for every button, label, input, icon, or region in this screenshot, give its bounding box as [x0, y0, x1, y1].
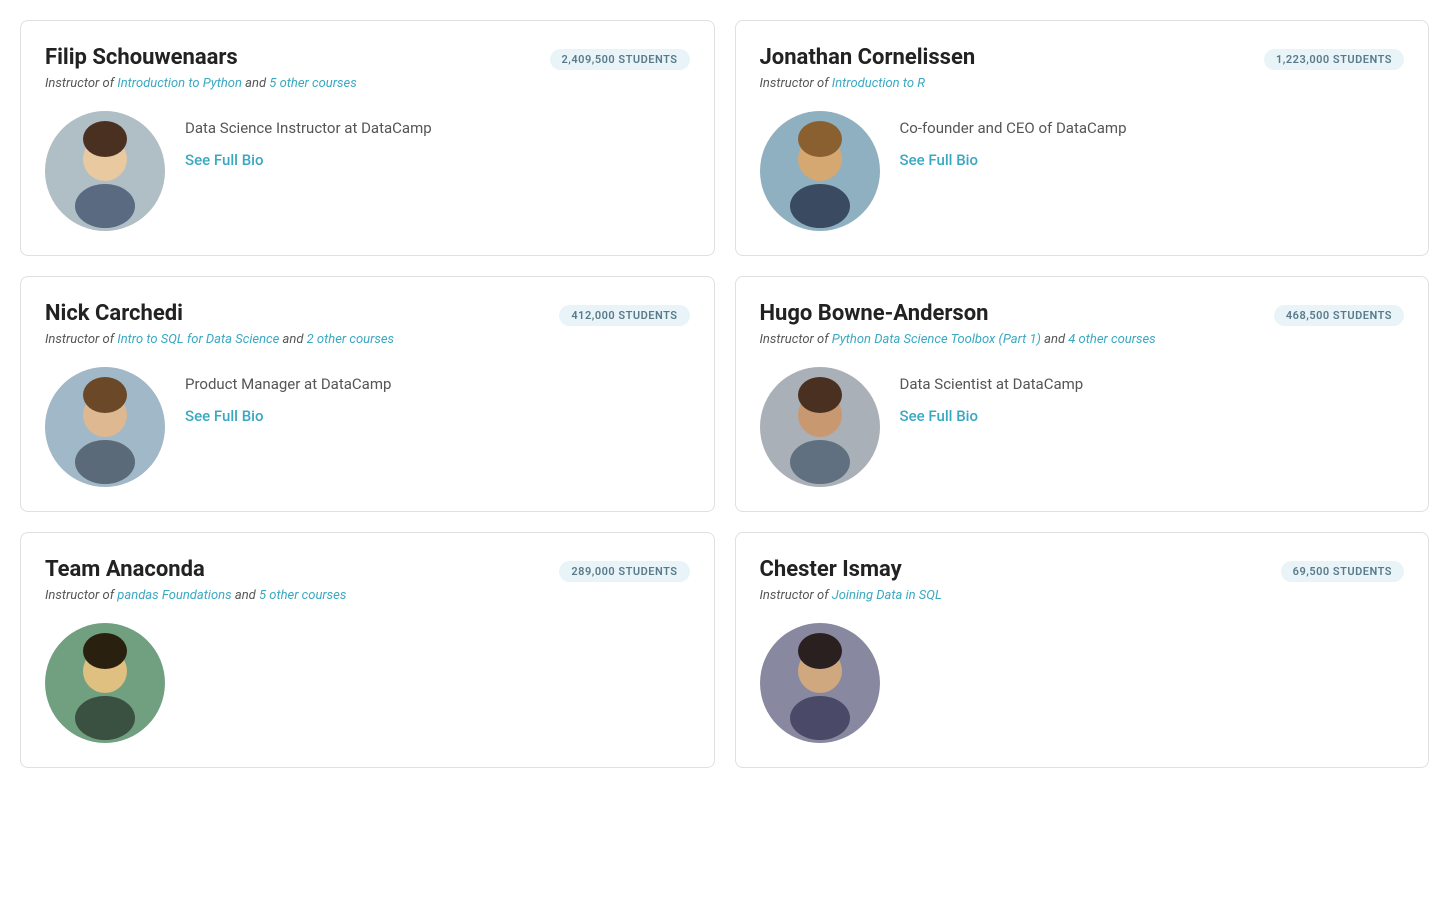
- instructor-card-hugo: Hugo Bowne-Anderson 468,500 STUDENTS Ins…: [735, 276, 1430, 512]
- instructor-name-hugo: Hugo Bowne-Anderson: [760, 301, 989, 326]
- job-title-hugo: Data Scientist at DataCamp: [900, 375, 1084, 393]
- card-body-nick: Product Manager at DataCamp See Full Bio: [45, 367, 690, 487]
- course-link-anaconda[interactable]: pandas Foundations: [117, 588, 231, 603]
- instructor-of-jonathan: Instructor of Introduction to R: [760, 76, 1405, 91]
- instructor-card-nick: Nick Carchedi 412,000 STUDENTS Instructo…: [20, 276, 715, 512]
- instructor-of-chester: Instructor of Joining Data in SQL: [760, 588, 1405, 603]
- avatar-hugo: [760, 367, 880, 487]
- instructor-name-jonathan: Jonathan Cornelissen: [760, 45, 976, 70]
- student-badge-anaconda: 289,000 STUDENTS: [559, 561, 689, 582]
- card-header-anaconda: Team Anaconda 289,000 STUDENTS: [45, 557, 690, 582]
- card-header-hugo: Hugo Bowne-Anderson 468,500 STUDENTS: [760, 301, 1405, 326]
- card-body-filip: Data Science Instructor at DataCamp See …: [45, 111, 690, 231]
- instructor-card-filip: Filip Schouwenaars 2,409,500 STUDENTS In…: [20, 20, 715, 256]
- card-body-chester: [760, 623, 1405, 743]
- student-badge-chester: 69,500 STUDENTS: [1281, 561, 1404, 582]
- card-header-filip: Filip Schouwenaars 2,409,500 STUDENTS: [45, 45, 690, 70]
- card-header-chester: Chester Ismay 69,500 STUDENTS: [760, 557, 1405, 582]
- instructor-card-anaconda: Team Anaconda 289,000 STUDENTS Instructo…: [20, 532, 715, 768]
- other-courses-link-hugo[interactable]: 4 other courses: [1068, 332, 1155, 347]
- job-title-jonathan: Co-founder and CEO of DataCamp: [900, 119, 1127, 137]
- course-link-jonathan[interactable]: Introduction to R: [832, 76, 925, 91]
- student-badge-filip: 2,409,500 STUDENTS: [550, 49, 690, 70]
- see-bio-link-hugo[interactable]: See Full Bio: [900, 407, 1084, 425]
- card-header-jonathan: Jonathan Cornelissen 1,223,000 STUDENTS: [760, 45, 1405, 70]
- instructor-name-chester: Chester Ismay: [760, 557, 902, 582]
- card-body-jonathan: Co-founder and CEO of DataCamp See Full …: [760, 111, 1405, 231]
- job-title-nick: Product Manager at DataCamp: [185, 375, 391, 393]
- avatar-filip: [45, 111, 165, 231]
- course-link-hugo[interactable]: Python Data Science Toolbox (Part 1): [832, 332, 1041, 347]
- instructor-name-filip: Filip Schouwenaars: [45, 45, 238, 70]
- avatar-anaconda: [45, 623, 165, 743]
- avatar-chester: [760, 623, 880, 743]
- course-link-filip[interactable]: Introduction to Python: [117, 76, 242, 91]
- instructor-of-filip: Instructor of Introduction to Python and…: [45, 76, 690, 91]
- avatar-jonathan: [760, 111, 880, 231]
- card-info-filip: Data Science Instructor at DataCamp See …: [185, 111, 432, 169]
- see-bio-link-filip[interactable]: See Full Bio: [185, 151, 432, 169]
- student-badge-jonathan: 1,223,000 STUDENTS: [1264, 49, 1404, 70]
- instructor-of-anaconda: Instructor of pandas Foundations and 5 o…: [45, 588, 690, 603]
- instructor-of-hugo: Instructor of Python Data Science Toolbo…: [760, 332, 1405, 347]
- card-body-hugo: Data Scientist at DataCamp See Full Bio: [760, 367, 1405, 487]
- job-title-filip: Data Science Instructor at DataCamp: [185, 119, 432, 137]
- instructor-name-nick: Nick Carchedi: [45, 301, 183, 326]
- card-info-nick: Product Manager at DataCamp See Full Bio: [185, 367, 391, 425]
- other-courses-link-anaconda[interactable]: 5 other courses: [259, 588, 346, 603]
- student-badge-hugo: 468,500 STUDENTS: [1274, 305, 1404, 326]
- card-info-jonathan: Co-founder and CEO of DataCamp See Full …: [900, 111, 1127, 169]
- card-body-anaconda: [45, 623, 690, 743]
- card-header-nick: Nick Carchedi 412,000 STUDENTS: [45, 301, 690, 326]
- card-info-hugo: Data Scientist at DataCamp See Full Bio: [900, 367, 1084, 425]
- other-courses-link-nick[interactable]: 2 other courses: [307, 332, 394, 347]
- course-link-chester[interactable]: Joining Data in SQL: [832, 588, 942, 603]
- other-courses-link-filip[interactable]: 5 other courses: [269, 76, 356, 91]
- avatar-nick: [45, 367, 165, 487]
- instructors-grid: Filip Schouwenaars 2,409,500 STUDENTS In…: [20, 20, 1429, 768]
- instructor-card-chester: Chester Ismay 69,500 STUDENTS Instructor…: [735, 532, 1430, 768]
- instructor-of-nick: Instructor of Intro to SQL for Data Scie…: [45, 332, 690, 347]
- instructor-card-jonathan: Jonathan Cornelissen 1,223,000 STUDENTS …: [735, 20, 1430, 256]
- course-link-nick[interactable]: Intro to SQL for Data Science: [117, 332, 279, 347]
- instructor-name-anaconda: Team Anaconda: [45, 557, 205, 582]
- see-bio-link-nick[interactable]: See Full Bio: [185, 407, 391, 425]
- student-badge-nick: 412,000 STUDENTS: [559, 305, 689, 326]
- see-bio-link-jonathan[interactable]: See Full Bio: [900, 151, 1127, 169]
